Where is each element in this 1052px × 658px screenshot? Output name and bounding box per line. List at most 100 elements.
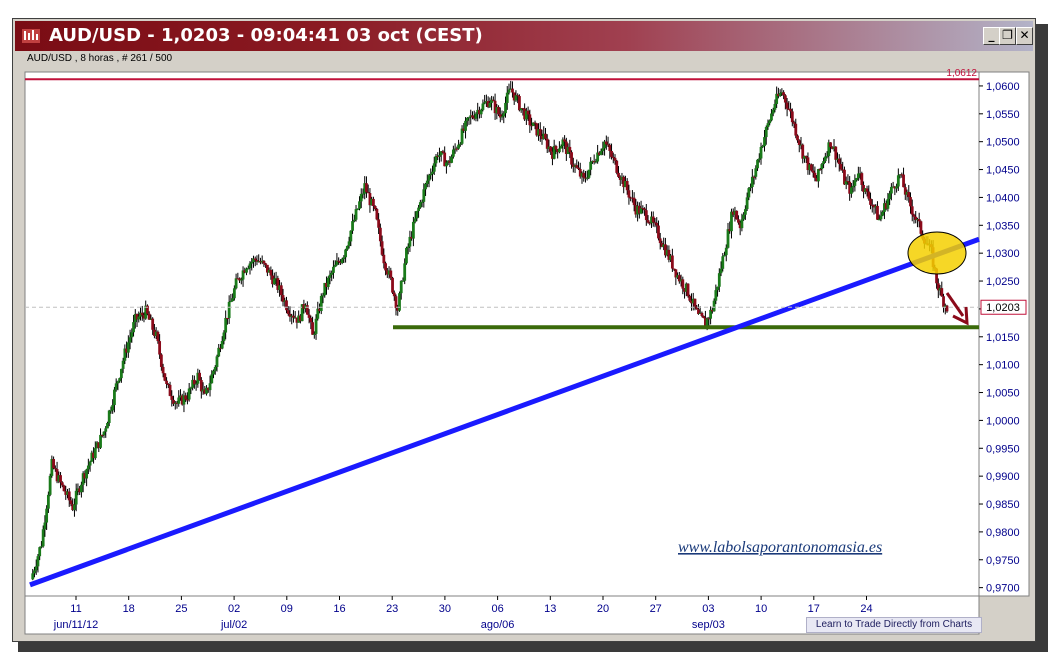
candle-up [326,277,330,288]
candle-up [215,356,219,368]
candle-up [118,378,122,382]
candle-down [686,283,690,297]
candle-up [500,116,504,118]
candle-down [226,317,229,319]
candle-up [232,288,236,299]
candle-up [881,211,885,216]
candle-up [415,211,419,219]
candle-up [413,218,417,222]
candle-down [186,399,189,401]
candle-up [504,102,507,114]
x-tick-label: 17 [808,603,820,615]
candle-up [177,397,181,404]
candle-up [483,102,487,104]
candle-down [909,197,912,207]
candle-up [714,290,718,301]
candle-up [822,161,825,165]
candle-up [879,215,883,220]
candle-up [137,316,141,320]
candle-up [467,117,471,119]
candle-up [102,431,106,436]
candle-up [354,209,358,220]
candle-down [617,172,620,177]
candle-up [85,469,89,479]
candle-down [392,292,396,297]
x-tick-label: 11 [70,603,81,615]
candle-down [575,165,579,168]
x-month-label: sep/03 [692,619,725,631]
candle-up [208,383,212,391]
candle-up [745,197,749,210]
candle-up [855,177,859,181]
candle-up [557,148,561,153]
candle-down [292,315,295,318]
candle-up [479,109,483,115]
candle-up [438,155,441,157]
candle-up [319,295,323,312]
candle-down [389,270,393,278]
x-tick-label: 03 [702,603,714,615]
candle-down [62,485,66,492]
candle-up [189,387,193,389]
candle-down [253,258,257,261]
candle-down [279,285,283,296]
candle-up [716,286,719,291]
candle-down [377,219,381,228]
candle-up [889,186,893,194]
candle-up [770,113,773,121]
candle-down [789,108,792,112]
candle-up [333,264,337,267]
candle-down [538,129,542,137]
candle-up [411,221,415,239]
candle-up [231,298,235,302]
candle-up [895,186,898,189]
candle-up [227,301,231,319]
candle-up [778,93,782,97]
candle-up [220,341,224,349]
candle-down [651,216,655,223]
candle-up [445,162,448,167]
candle-up [432,163,436,172]
candle-up [111,405,115,411]
candle-up [460,128,464,144]
candle-down [165,380,168,384]
resistance-label: 1,0612 [946,68,977,79]
x-tick-label: 23 [386,603,398,615]
candle-up [420,201,424,203]
candlestick-chart[interactable]: 1,0600 1,0550 1,0500 1,0450 1,0400 1,0350 1,03… [0,0,1052,658]
candle-down [156,331,160,342]
candle-down [834,146,838,160]
x-tick-label: 10 [755,603,767,615]
candle-down [902,174,905,188]
candle-down [627,190,631,198]
candle-up [106,423,109,429]
candle-down [577,167,580,169]
candle-down [528,114,532,126]
candle-up [41,529,45,547]
candle-down [198,372,201,381]
candle-down [394,296,398,309]
candle-up [74,490,78,505]
candle-up [33,570,36,574]
candle-up [116,381,120,384]
candle-up [121,360,125,369]
candle-down [782,92,786,96]
candle-up [332,266,335,273]
candle-up [851,185,855,188]
learn-to-trade-link[interactable]: Learn to Trade Directly from Charts [806,617,982,633]
candle-up [856,173,860,178]
candle-down [570,152,573,165]
candle-up [750,176,754,188]
watermark-link[interactable]: www.labolsaporantonomasia.es [678,539,882,556]
candle-up [48,475,52,495]
candle-down [796,135,799,141]
candle-up [559,146,563,149]
candle-up [749,187,752,189]
candle-up [726,229,730,248]
candle-down [790,111,794,123]
candle-up [406,246,410,249]
y-tick-label: 1,0150 [986,332,1020,344]
candle-down [797,140,801,146]
candle-up [896,175,900,187]
candle-up [347,241,351,246]
